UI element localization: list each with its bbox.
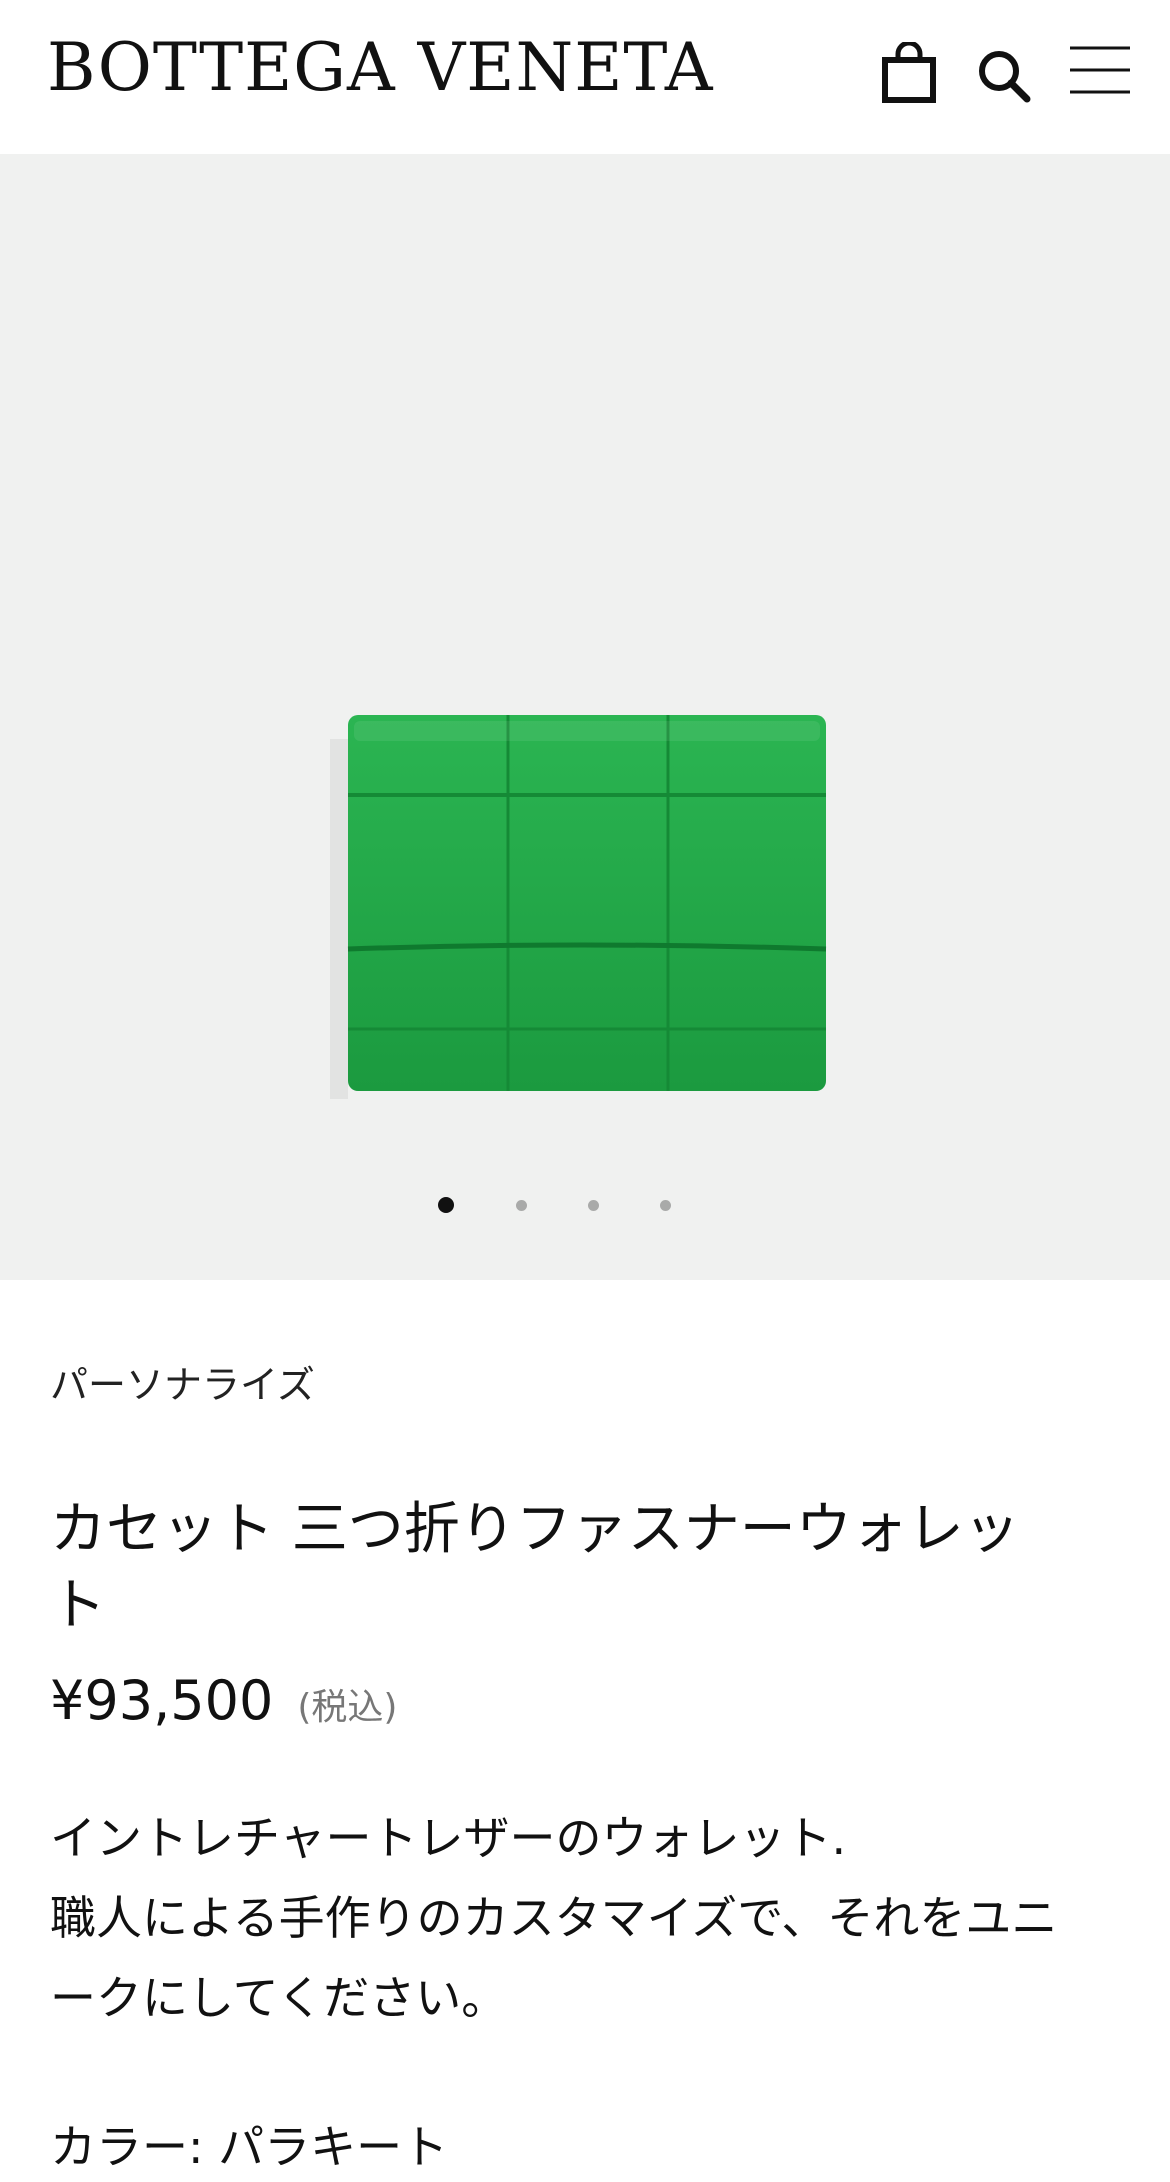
carousel-dot-4[interactable] xyxy=(660,1200,671,1211)
product-title-line-2: ト xyxy=(50,1573,106,1638)
search-icon[interactable] xyxy=(976,48,1032,104)
product-price: ¥93,500 xyxy=(50,1669,274,1732)
color-label: カラー: パラキート xyxy=(50,2120,449,2174)
product-description: イントレチャートレザーのウォレット. 職人による手作りのカスタマイズで、それをユ… xyxy=(50,1798,1130,2038)
carousel-dot-2[interactable] xyxy=(516,1200,527,1211)
tax-note: (税込) xyxy=(297,1687,398,1728)
price-row: ¥93,500 (税込) xyxy=(50,1666,397,1736)
carousel-dot-1[interactable] xyxy=(438,1197,454,1213)
description-line: 職人による手作りのカスタマイズで、それをユニ xyxy=(50,1891,1058,1945)
shopping-bag-icon[interactable] xyxy=(880,42,938,104)
carousel-dot-3[interactable] xyxy=(588,1200,599,1211)
personalize-label: パーソナライズ xyxy=(50,1363,315,1407)
brand-logo[interactable]: BOTTEGA VENETA xyxy=(47,30,714,106)
site-header: BOTTEGA VENETA xyxy=(0,0,1170,154)
product-title-line-1: カセット 三つ折りファスナーウォレッ xyxy=(50,1497,1020,1562)
menu-icon[interactable] xyxy=(1068,44,1132,96)
product-image-carousel[interactable] xyxy=(0,154,1170,1280)
product-title: カセット 三つ折りファスナーウォレッ ト xyxy=(50,1492,1110,1644)
product-image[interactable] xyxy=(330,709,840,1129)
description-line: ークにしてください。 xyxy=(50,1971,508,2025)
carousel-pagination xyxy=(0,1194,1170,1224)
description-line: イントレチャートレザーのウォレット. xyxy=(50,1811,847,1865)
